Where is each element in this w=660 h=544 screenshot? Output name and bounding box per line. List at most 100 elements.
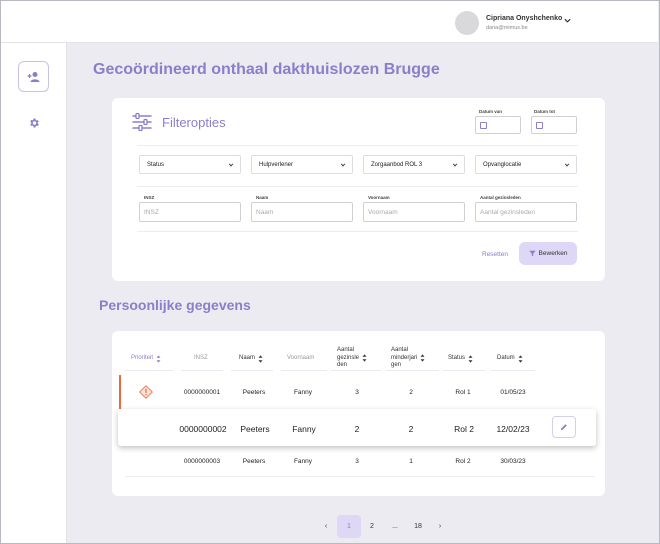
user-email: daria@mimus.be bbox=[486, 25, 528, 31]
row2-insz: 0000000002 bbox=[179, 424, 227, 434]
header-divider bbox=[281, 370, 327, 371]
row2-naam: Peeters bbox=[240, 424, 270, 434]
row1-status: Rol 1 bbox=[455, 389, 471, 396]
gezinsleden-input[interactable]: Aantal gezinsleden bbox=[475, 202, 577, 222]
row2-minder: 2 bbox=[408, 424, 414, 434]
pagination-ellipsis: ... bbox=[392, 523, 398, 530]
insz-label: INSZ bbox=[144, 195, 155, 200]
reset-button[interactable]: Resetten bbox=[482, 251, 508, 258]
sort-icon bbox=[518, 355, 523, 363]
divider bbox=[137, 145, 578, 146]
edit-row-button[interactable] bbox=[552, 416, 576, 438]
row3-minder: 1 bbox=[409, 458, 413, 465]
divider bbox=[137, 231, 578, 232]
sort-icon bbox=[420, 354, 425, 362]
pagination-page-2[interactable]: 2 bbox=[364, 515, 380, 538]
row1-minder: 2 bbox=[409, 389, 413, 396]
chevron-down-icon bbox=[340, 163, 346, 167]
header-insz[interactable]: INSZ bbox=[194, 355, 208, 363]
row-divider bbox=[125, 476, 595, 477]
status-select-label: Status bbox=[147, 162, 165, 168]
zorgaanbod-select-label: Zorgaanbod ROL 3 bbox=[371, 162, 423, 168]
status-select[interactable]: Status bbox=[139, 155, 241, 174]
calendar-icon bbox=[480, 122, 487, 129]
header-naam[interactable]: Naam bbox=[239, 355, 263, 363]
date-from-input[interactable] bbox=[475, 116, 521, 134]
pagination-page-18[interactable]: 18 bbox=[409, 515, 427, 538]
opvanglocatie-select[interactable]: Opvanglocatie bbox=[475, 155, 577, 174]
page-title: Gecoördineerd onthaal dakthuislozen Brug… bbox=[93, 61, 440, 78]
date-to-label: Datum tot bbox=[534, 109, 555, 114]
sort-icon bbox=[258, 355, 263, 363]
filter-card: Filteropties Datum van Datum tot Status … bbox=[112, 98, 605, 281]
header-insz-label: INSZ bbox=[194, 355, 208, 361]
header-naam-label: Naam bbox=[239, 355, 256, 362]
row1-naam: Peeters bbox=[242, 389, 266, 396]
header-status[interactable]: Status bbox=[448, 355, 473, 363]
row1-insz: 0000000001 bbox=[183, 389, 221, 396]
hulpverlener-select[interactable]: Hulpverlener bbox=[251, 155, 353, 174]
row3-naam: Peeters bbox=[242, 458, 266, 465]
pencil-icon bbox=[560, 424, 567, 431]
opvanglocatie-select-label: Opvanglocatie bbox=[483, 162, 522, 168]
header-datum[interactable]: Datum bbox=[497, 355, 523, 363]
gear-icon bbox=[29, 118, 39, 127]
date-from-label: Datum van bbox=[479, 109, 503, 114]
sort-icon bbox=[468, 355, 473, 363]
row1-gezin: 3 bbox=[355, 389, 359, 396]
chevron-down-icon bbox=[452, 163, 458, 167]
header-gezinsleden-line2: gezinsle bbox=[337, 354, 360, 361]
hulpverlener-select-label: Hulpverlener bbox=[259, 162, 294, 168]
row3-insz: 0000000003 bbox=[183, 458, 221, 465]
pagination-next[interactable]: › bbox=[434, 515, 446, 538]
edit-filters-label: Bewerken bbox=[538, 250, 568, 257]
header-divider bbox=[443, 370, 485, 371]
zorgaanbod-select[interactable]: Zorgaanbod ROL 3 bbox=[363, 155, 465, 174]
chevron-down-icon bbox=[228, 163, 234, 167]
avatar[interactable] bbox=[455, 11, 479, 35]
header-gezinsleden-line3: den bbox=[337, 362, 348, 368]
header-minderjarigen-label: Aantal minderjari gen bbox=[391, 347, 417, 370]
header-priority[interactable]: Prioriteit bbox=[131, 355, 161, 363]
header-divider bbox=[331, 370, 381, 371]
header-minderjarigen[interactable]: Aantal minderjari gen bbox=[391, 347, 425, 370]
row2-status: Rol 2 bbox=[454, 424, 474, 434]
divider bbox=[137, 186, 578, 187]
row3-voornaam: Fanny bbox=[293, 458, 313, 465]
top-bar: Cipriana Onyshchenko daria@mimus.be bbox=[1, 1, 658, 43]
add-user-icon bbox=[27, 71, 39, 82]
calendar-icon bbox=[536, 122, 543, 129]
row3-gezin: 3 bbox=[355, 458, 359, 465]
header-divider bbox=[181, 370, 223, 371]
row2-datum: 12/02/23 bbox=[496, 424, 530, 434]
sort-icon bbox=[362, 354, 367, 362]
voornaam-input[interactable]: Voornaam bbox=[363, 202, 465, 222]
settings-button[interactable] bbox=[27, 116, 40, 129]
date-to-input[interactable] bbox=[531, 116, 577, 134]
sort-icon bbox=[156, 355, 161, 363]
row2-gezin: 2 bbox=[354, 424, 360, 434]
header-divider bbox=[125, 370, 173, 371]
header-datum-label: Datum bbox=[497, 355, 515, 362]
chevron-down-icon bbox=[564, 163, 570, 167]
header-minderjarigen-line1: Aantal bbox=[391, 347, 409, 353]
add-user-button[interactable] bbox=[18, 61, 49, 92]
header-priority-label: Prioriteit bbox=[131, 355, 154, 362]
header-divider bbox=[491, 370, 535, 371]
pagination-page-1[interactable]: 1 bbox=[337, 515, 361, 538]
header-voornaam[interactable]: Voornaam bbox=[287, 355, 314, 363]
pagination-prev[interactable]: ‹ bbox=[320, 515, 332, 538]
header-gezinsleden-line1: Aantal bbox=[337, 347, 355, 353]
edit-filters-button[interactable]: Bewerken bbox=[519, 242, 577, 265]
filter-title: Filteropties bbox=[162, 115, 226, 130]
naam-input[interactable]: Naam bbox=[251, 202, 353, 222]
chevron-down-icon[interactable] bbox=[563, 16, 572, 25]
header-gezinsleden[interactable]: Aantal gezinsle den bbox=[337, 347, 367, 370]
header-minderjarigen-line2: minderjari bbox=[391, 354, 418, 361]
row1-voornaam: Fanny bbox=[293, 389, 313, 396]
sliders-icon bbox=[132, 112, 152, 132]
section-title: Persoonlijke gegevens bbox=[99, 297, 251, 313]
header-minderjarigen-line3: gen bbox=[391, 362, 402, 368]
insz-input[interactable]: INSZ bbox=[139, 202, 241, 222]
header-status-label: Status bbox=[448, 355, 466, 362]
